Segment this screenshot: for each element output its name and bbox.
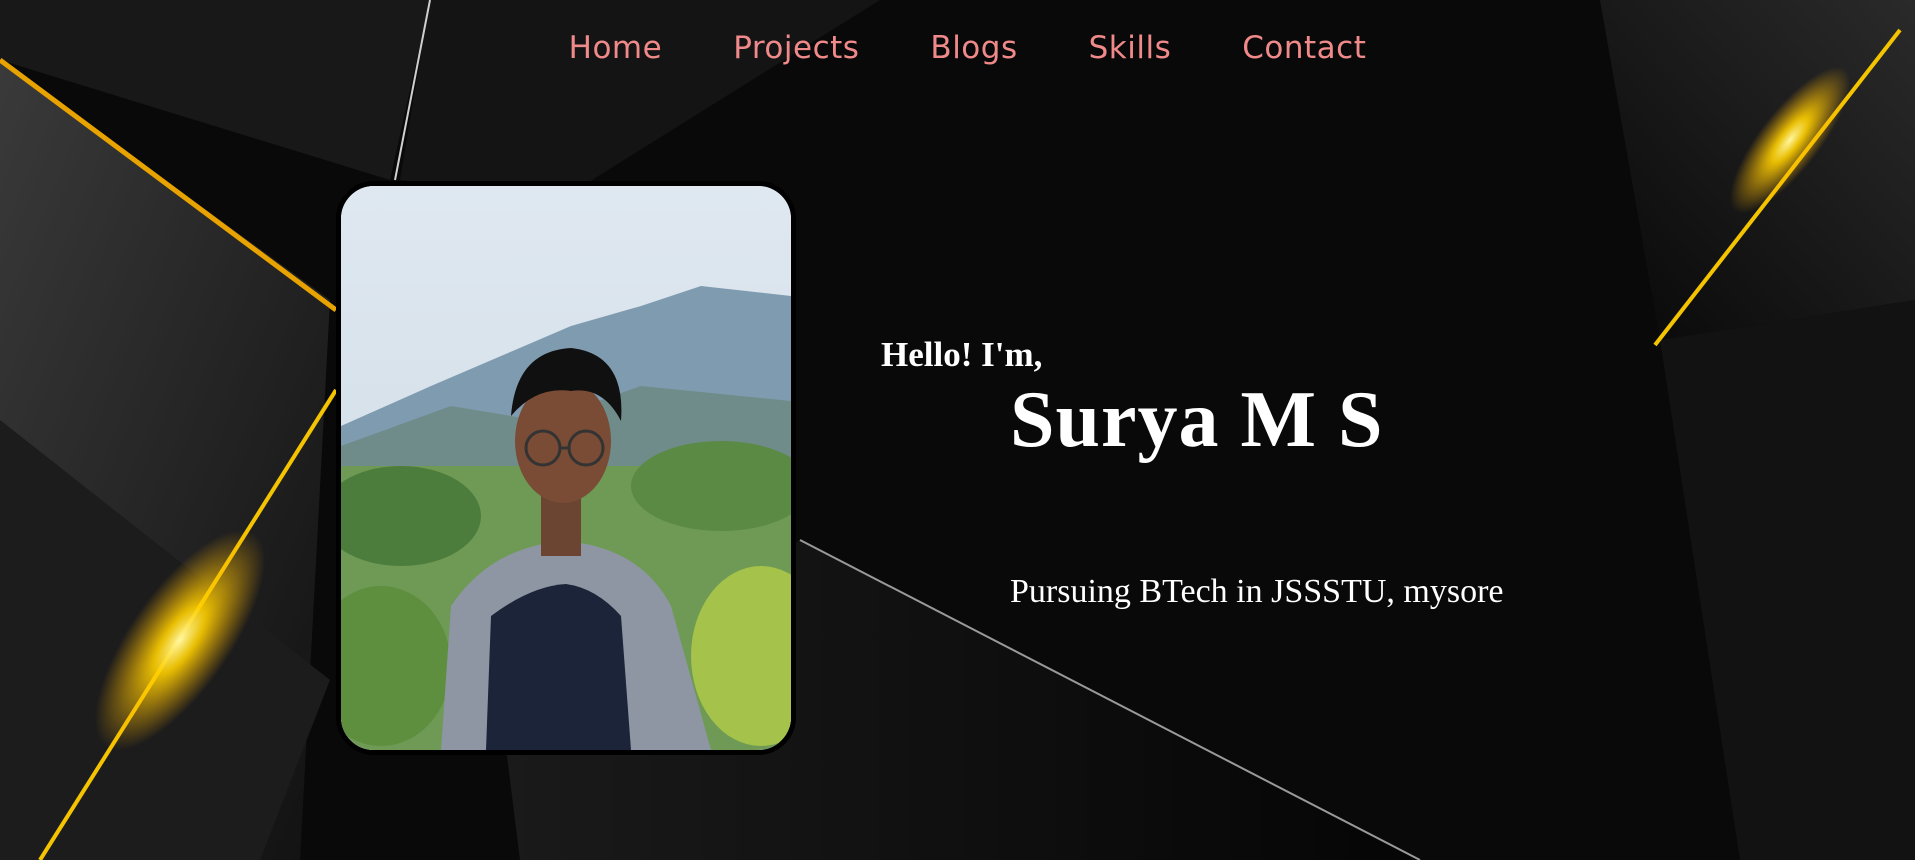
main-nav: Home Projects Blogs Skills Contact: [0, 30, 1915, 66]
nav-link-contact[interactable]: Contact: [1242, 30, 1366, 66]
portfolio-page: Home Projects Blogs Skills Contact Hello…: [0, 0, 1915, 860]
nav-link-home[interactable]: Home: [569, 30, 663, 66]
profile-photo-illustration: [341, 186, 791, 750]
hero-tagline: Pursuing BTech in JSSSTU, mysore: [1010, 573, 1504, 610]
profile-photo: [336, 181, 796, 755]
background-decoration: [0, 0, 1915, 860]
hero-greeting: Hello! I'm,: [881, 335, 1043, 374]
nav-link-skills[interactable]: Skills: [1089, 30, 1172, 66]
hero-name: Surya M S: [1010, 376, 1384, 464]
nav-link-projects[interactable]: Projects: [733, 30, 859, 66]
nav-link-blogs[interactable]: Blogs: [930, 30, 1017, 66]
